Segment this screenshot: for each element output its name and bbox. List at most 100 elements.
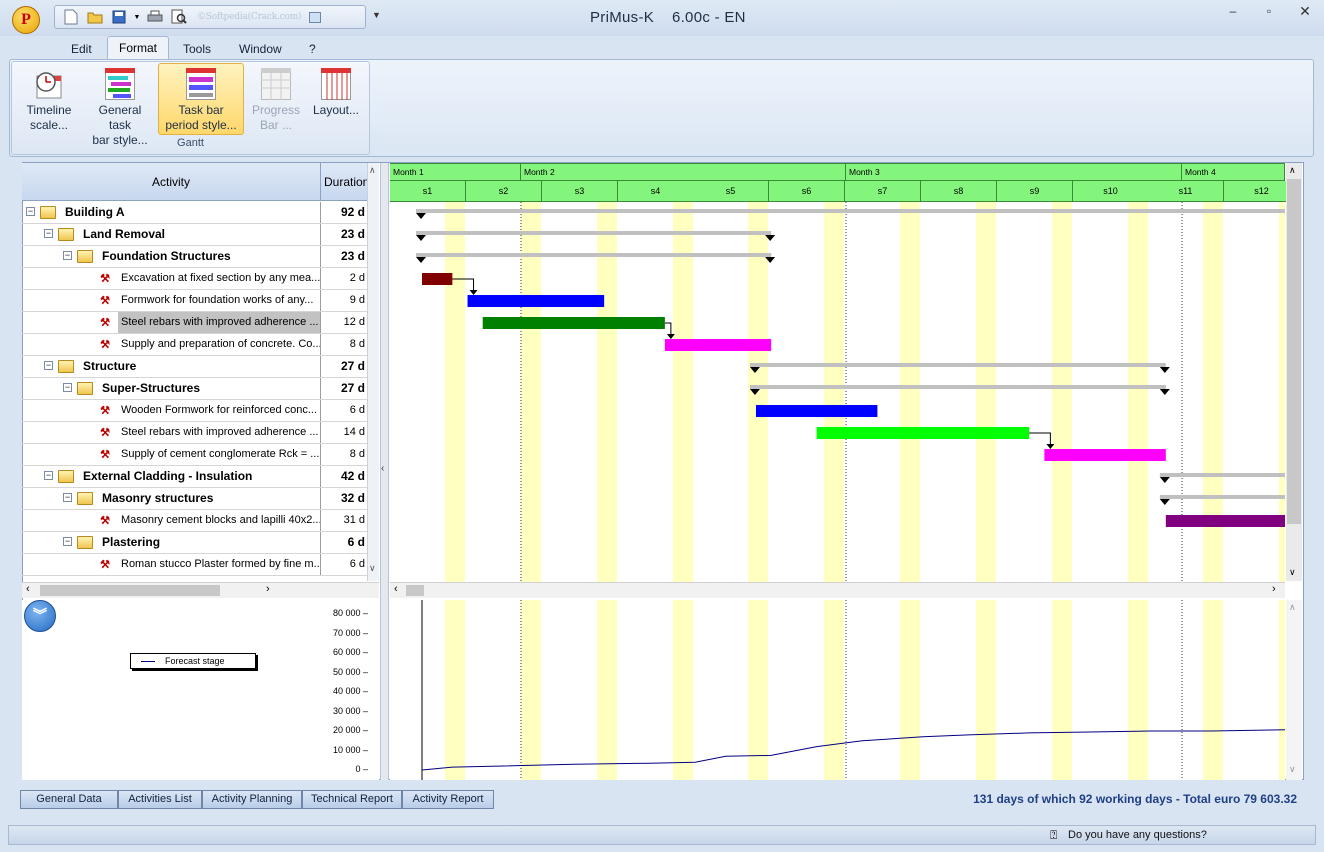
collapse-chevron-icon[interactable]: ︾ — [24, 600, 56, 632]
chart-vertical-scrollbar[interactable]: ∧ ∨ — [1286, 600, 1302, 780]
minimize-icon[interactable]: – — [1215, 2, 1251, 20]
activity-name[interactable]: Building A — [62, 202, 321, 223]
grid-vertical-scrollbar[interactable]: ∧ ∨ — [367, 163, 379, 581]
activity-duration[interactable]: 14 d — [323, 422, 367, 443]
save-icon[interactable] — [109, 8, 129, 26]
collapse-toggle-icon[interactable]: − — [44, 361, 53, 370]
group-row[interactable]: − Plastering 6 d — [22, 532, 367, 554]
activity-row[interactable]: ⚒ Supply of cement conglomerate Rck = ...… — [22, 444, 367, 466]
collapse-toggle-icon[interactable]: − — [63, 251, 72, 260]
maximize-icon[interactable]: ▫ — [1251, 2, 1287, 20]
activity-name[interactable]: Super-Structures — [99, 378, 321, 399]
activity-name[interactable]: Masonry structures — [99, 488, 321, 509]
activity-duration[interactable]: 6 d — [323, 554, 367, 575]
activity-duration[interactable]: 8 d — [323, 334, 367, 355]
group-row[interactable]: − Masonry structures 32 d — [22, 488, 367, 510]
gantt-scroll-right-icon[interactable]: › — [1272, 583, 1276, 595]
activity-duration[interactable]: 42 d — [323, 466, 367, 487]
column-header-duration[interactable]: Duration — [323, 163, 369, 201]
activity-duration[interactable]: 31 d — [323, 510, 367, 531]
activity-duration[interactable]: 2 d — [323, 268, 367, 289]
activity-row[interactable]: ⚒ Supply and preparation of concrete. Co.… — [22, 334, 367, 356]
tab-activity-report[interactable]: Activity Report — [402, 790, 494, 809]
open-folder-icon[interactable] — [85, 8, 105, 26]
activity-duration[interactable]: 32 d — [323, 488, 367, 509]
activity-duration[interactable]: 9 d — [323, 290, 367, 311]
window-icon[interactable] — [305, 8, 325, 26]
activity-name[interactable]: Excavation at fixed section by any mea..… — [118, 268, 321, 289]
print-icon[interactable] — [145, 8, 165, 26]
activity-name[interactable]: Steel rebars with improved adherence ... — [118, 422, 321, 443]
activity-row[interactable]: ⚒ Formwork for foundation works of any...… — [22, 290, 367, 312]
activity-name[interactable]: Land Removal — [80, 224, 321, 245]
print-preview-icon[interactable] — [169, 8, 189, 26]
activity-name[interactable]: Structure — [80, 356, 321, 377]
close-icon[interactable]: ✕ — [1287, 2, 1323, 20]
activity-name[interactable]: Roman stucco Plaster formed by fine m... — [118, 554, 321, 575]
scroll-right-icon[interactable]: › — [266, 583, 270, 595]
activity-name[interactable]: Formwork for foundation works of any... — [118, 290, 321, 311]
activity-name[interactable]: Supply of cement conglomerate Rck = ... — [118, 444, 321, 465]
tab-activity-planning[interactable]: Activity Planning — [202, 790, 302, 809]
collapse-toggle-icon[interactable]: − — [63, 493, 72, 502]
activity-name[interactable]: Plastering — [99, 532, 321, 553]
tab-general-data[interactable]: General Data — [20, 790, 118, 809]
activity-duration[interactable]: 23 d — [323, 224, 367, 245]
timeline-scale-button[interactable]: Timeline scale... — [16, 64, 82, 136]
help-prompt[interactable]: Do you have any questions? — [1068, 829, 1207, 841]
activity-row[interactable]: ⚒ Masonry cement blocks and lapilli 40x2.… — [22, 510, 367, 532]
activity-duration[interactable]: 8 d — [323, 444, 367, 465]
gantt-scroll-thumb[interactable] — [1287, 179, 1301, 524]
collapse-toggle-icon[interactable]: − — [63, 537, 72, 546]
activity-row[interactable]: ⚒ Wooden Formwork for reinforced conc... 6… — [22, 400, 367, 422]
activity-duration[interactable]: 92 d — [323, 202, 367, 223]
group-row[interactable]: − Foundation Structures 23 d — [22, 246, 367, 268]
chart-scroll-down-icon[interactable]: ∨ — [1289, 764, 1296, 775]
collapse-toggle-icon[interactable]: − — [26, 207, 35, 216]
activity-duration[interactable]: 6 d — [323, 532, 367, 553]
grid-scroll-thumb[interactable] — [40, 585, 220, 596]
group-row[interactable]: − External Cladding - Insulation 42 d — [22, 466, 367, 488]
group-row[interactable]: − Structure 27 d — [22, 356, 367, 378]
activity-row[interactable]: ⚒ Excavation at fixed section by any mea.… — [22, 268, 367, 290]
scroll-up-icon[interactable]: ∧ — [369, 165, 376, 176]
activity-duration[interactable]: 27 d — [323, 356, 367, 377]
gantt-scroll-up-icon[interactable]: ∧ — [1289, 165, 1296, 176]
grid-horizontal-scrollbar[interactable]: ‹ › — [22, 582, 379, 598]
scroll-down-icon[interactable]: ∨ — [369, 563, 376, 574]
activity-duration[interactable]: 23 d — [323, 246, 367, 267]
activity-duration[interactable]: 6 d — [323, 400, 367, 421]
group-row[interactable]: − Building A 92 d — [22, 202, 367, 224]
tab-activities-list[interactable]: Activities List — [118, 790, 202, 809]
scroll-left-icon[interactable]: ‹ — [26, 583, 30, 595]
dropdown-arrow-icon[interactable]: ▼ — [133, 8, 141, 26]
tab-technical-report[interactable]: Technical Report — [302, 790, 402, 809]
activity-duration[interactable]: 12 d — [323, 312, 367, 333]
app-menu-button[interactable]: P — [12, 6, 40, 34]
progress-bar-button[interactable]: Progress Bar ... — [248, 64, 304, 136]
activity-name[interactable]: Steel rebars with improved adherence ... — [118, 312, 321, 333]
group-row[interactable]: − Land Removal 23 d — [22, 224, 367, 246]
gantt-scroll-down-icon[interactable]: ∨ — [1289, 567, 1296, 578]
new-file-icon[interactable] — [61, 8, 81, 26]
activity-name[interactable]: Foundation Structures — [99, 246, 321, 267]
task-bar-period-style-button[interactable]: Task bar period style... — [158, 63, 244, 135]
activity-row[interactable]: ⚒ Steel rebars with improved adherence ..… — [22, 312, 367, 334]
group-row[interactable]: − Super-Structures 27 d — [22, 378, 367, 400]
gantt-hscroll-thumb[interactable] — [406, 585, 424, 596]
activity-row[interactable]: ⚒ Steel rebars with improved adherence ..… — [22, 422, 367, 444]
gantt-scroll-left-icon[interactable]: ‹ — [394, 583, 398, 595]
general-task-bar-style-button[interactable]: General task bar style... — [86, 64, 154, 147]
collapse-toggle-icon[interactable]: − — [44, 471, 53, 480]
help-question-icon[interactable]: ⍰ — [1050, 828, 1057, 843]
activity-duration[interactable]: 27 d — [323, 378, 367, 399]
splitter-arrow-icon[interactable]: ‹ — [381, 463, 384, 474]
gantt-vertical-scrollbar[interactable]: ∧ ∨ — [1286, 163, 1302, 581]
column-header-activity[interactable]: Activity — [22, 163, 321, 201]
gantt-horizontal-scrollbar[interactable]: ‹ › — [390, 582, 1285, 598]
menu-format[interactable]: Format — [107, 36, 169, 61]
activity-name[interactable]: Wooden Formwork for reinforced conc... — [118, 400, 321, 421]
chart-scroll-up-icon[interactable]: ∧ — [1289, 602, 1296, 613]
layout-button[interactable]: Layout... — [308, 64, 364, 136]
activity-name[interactable]: External Cladding - Insulation — [80, 466, 321, 487]
